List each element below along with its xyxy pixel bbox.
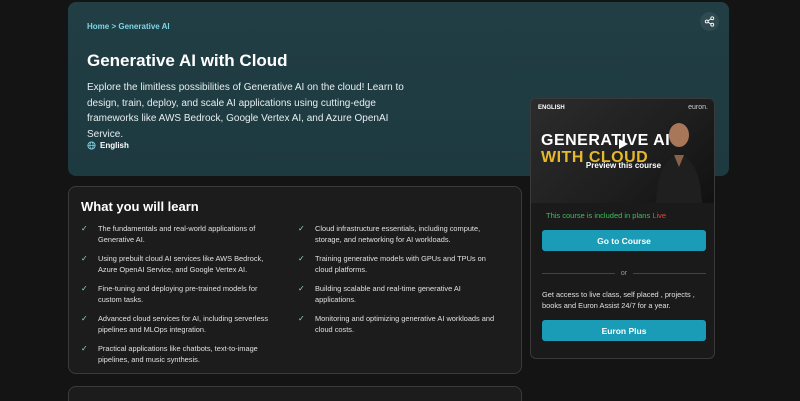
learn-title: What you will learn — [81, 199, 199, 214]
learn-section: What you will learn ✓ The fundamentals an… — [68, 186, 522, 374]
next-section-card — [68, 386, 522, 401]
learn-list-left: ✓ The fundamentals and real-world applica… — [81, 223, 281, 373]
course-language: English — [87, 141, 129, 150]
instructor-image — [656, 123, 702, 203]
list-item: ✓ Fine-tuning and deploying pre-trained m… — [81, 284, 258, 304]
euron-plus-button[interactable]: Euron Plus — [542, 320, 706, 341]
access-description: Get access to live class, self placed , … — [542, 290, 695, 310]
preview-label[interactable]: Preview this course — [531, 161, 714, 170]
or-label: or — [620, 270, 628, 277]
check-icon: ✓ — [81, 284, 88, 293]
go-to-course-button[interactable]: Go to Course — [542, 230, 706, 251]
breadcrumb-current[interactable]: Generative AI — [118, 22, 169, 31]
check-icon: ✓ — [81, 224, 88, 233]
brand-logo: euron. — [688, 104, 708, 111]
list-item: ✓ Building scalable and real-time generat… — [298, 284, 461, 304]
check-icon: ✓ — [81, 344, 88, 353]
breadcrumb-separator: > — [111, 22, 117, 31]
list-item: ✓ Monitoring and optimizing generative AI… — [298, 314, 495, 334]
divider-line — [633, 273, 707, 274]
list-item: ✓ Practical applications like chatbots, t… — [81, 344, 258, 364]
course-purchase-card: ENGLISH euron. GENERATIVE AI WITH CLOUD … — [530, 98, 715, 359]
plan-note: This course is included in plans Live — [546, 211, 667, 220]
list-item: ✓ Training generative models with GPUs an… — [298, 254, 486, 274]
check-icon: ✓ — [298, 254, 305, 263]
list-item: ✓ Advanced cloud services for AI, includi… — [81, 314, 269, 334]
share-icon — [704, 16, 715, 27]
divider-line — [542, 273, 615, 274]
breadcrumb-home-link[interactable]: Home — [87, 22, 109, 31]
check-icon: ✓ — [298, 314, 305, 323]
preview-heading-line1: GENERATIVE AI — [541, 132, 671, 149]
language-label: English — [100, 141, 129, 150]
list-item: ✓ Using prebuilt cloud AI services like A… — [81, 254, 264, 274]
list-item: ✓ Cloud infrastructure essentials, includ… — [298, 224, 481, 244]
check-icon: ✓ — [298, 224, 305, 233]
learn-list-right: ✓ Cloud infrastructure essentials, includ… — [298, 223, 498, 343]
course-preview[interactable]: ENGLISH euron. GENERATIVE AI WITH CLOUD … — [531, 99, 714, 203]
check-icon: ✓ — [81, 254, 88, 263]
share-button[interactable] — [700, 12, 719, 31]
preview-language: ENGLISH — [538, 105, 565, 111]
or-divider: or — [542, 270, 707, 277]
play-icon[interactable] — [617, 138, 629, 150]
check-icon: ✓ — [81, 314, 88, 323]
live-badge: Live — [652, 211, 667, 220]
list-item: ✓ The fundamentals and real-world applica… — [81, 224, 256, 244]
globe-icon — [87, 141, 96, 150]
check-icon: ✓ — [298, 284, 305, 293]
breadcrumb: Home > Generative AI — [87, 22, 170, 31]
page-title: Generative AI with Cloud — [87, 51, 288, 70]
course-description: Explore the limitless possibilities of G… — [87, 82, 404, 140]
